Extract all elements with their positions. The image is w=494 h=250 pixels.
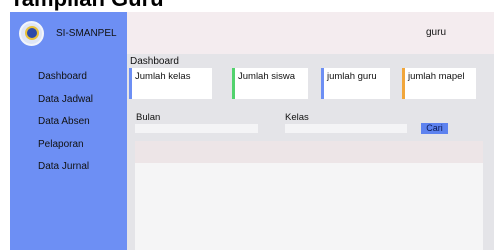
class-label: Kelas <box>285 112 309 123</box>
card-jumlah-siswa: Jumlah siswa <box>232 68 308 99</box>
sidebar: SI-SMANPEL Dashboard Data Jadwal Data Ab… <box>10 12 127 250</box>
results-table <box>135 141 483 250</box>
month-label: Bulan <box>136 112 161 123</box>
page-heading: Tampilan Guru <box>10 0 164 10</box>
class-input[interactable] <box>285 124 407 133</box>
card-jumlah-guru: jumlah guru <box>321 68 390 99</box>
month-input[interactable] <box>135 124 258 133</box>
sidebar-item-dashboard[interactable]: Dashboard <box>10 70 127 93</box>
card-label: jumlah guru <box>327 71 377 82</box>
results-table-header <box>135 141 483 163</box>
topbar: guru <box>127 12 494 54</box>
card-label: Jumlah kelas <box>135 71 191 82</box>
section-title: Dashboard <box>130 56 179 67</box>
brand-name: SI-SMANPEL <box>56 27 117 39</box>
card-label: jumlah mapel <box>408 71 465 82</box>
sidebar-nav: Dashboard Data Jadwal Data Absen Pelapor… <box>10 70 127 183</box>
sidebar-item-pelaporan[interactable]: Pelaporan <box>10 138 127 161</box>
brand[interactable]: SI-SMANPEL <box>10 12 127 54</box>
card-jumlah-kelas: Jumlah kelas <box>129 68 212 99</box>
sidebar-item-data-jurnal[interactable]: Data Jurnal <box>10 160 127 183</box>
user-menu[interactable]: guru <box>426 27 446 38</box>
search-button[interactable]: Cari <box>421 123 448 134</box>
sidebar-item-data-jadwal[interactable]: Data Jadwal <box>10 93 127 116</box>
main-content: Dashboard Jumlah kelas Jumlah siswa juml… <box>127 54 494 250</box>
school-logo-icon <box>19 20 44 46</box>
card-label: Jumlah siswa <box>238 71 296 82</box>
card-jumlah-mapel: jumlah mapel <box>402 68 476 99</box>
sidebar-item-data-absen[interactable]: Data Absen <box>10 115 127 138</box>
